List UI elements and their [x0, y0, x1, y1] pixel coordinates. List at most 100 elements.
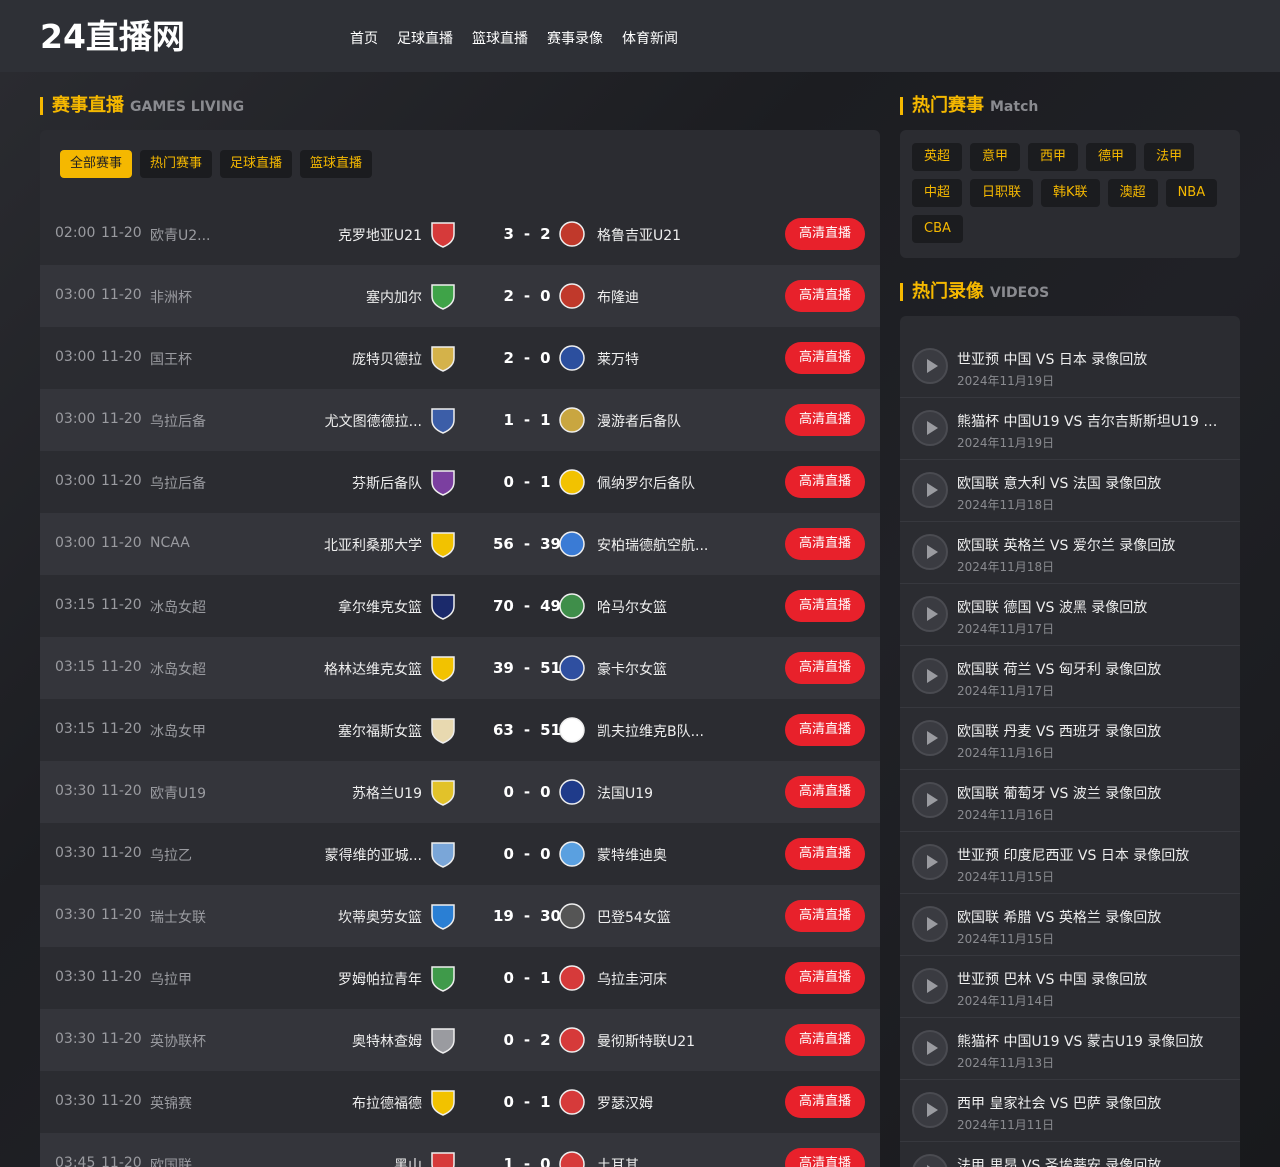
match-row[interactable]: 03:00 11-20 乌拉后备 尤文图德德拉... 1-1 漫游者后备队 高清直播	[40, 389, 880, 451]
video-title[interactable]: 欧国联 希腊 VS 英格兰 录像回放	[957, 907, 1227, 927]
watch-live-button[interactable]: 高清直播	[785, 962, 865, 994]
away-team-name[interactable]: 漫游者后备队	[597, 411, 681, 431]
match-league[interactable]: 乌拉甲	[150, 969, 220, 989]
video-item[interactable]: 欧国联 英格兰 VS 爱尔兰 录像回放 2024年11月18日	[900, 522, 1240, 584]
filter-hot[interactable]: 热门赛事	[140, 150, 213, 178]
video-item[interactable]: 熊猫杯 中国U19 VS 吉尔吉斯斯坦U19 录像回放 2024年11月19日	[900, 398, 1240, 460]
video-title[interactable]: 世亚预 印度尼西亚 VS 日本 录像回放	[957, 845, 1227, 865]
match-row[interactable]: 03:30 11-20 英协联杯 奥特林查姆 0-2 曼彻斯特联U21 高清直播	[40, 1009, 880, 1071]
play-icon[interactable]	[912, 596, 948, 632]
match-league[interactable]: NCAA	[150, 535, 220, 551]
home-team-name[interactable]: 北亚利桑那大学	[324, 535, 422, 555]
match-row[interactable]: 03:45 11-20 欧国联 黑山 1-0 土耳其 高清直播	[40, 1133, 880, 1167]
away-team-name[interactable]: 蒙特维迪奥	[597, 845, 667, 865]
nav-sports-news[interactable]: 体育新闻	[622, 28, 678, 48]
hot-tag[interactable]: CBA	[912, 215, 963, 243]
watch-live-button[interactable]: 高清直播	[785, 466, 865, 498]
video-title[interactable]: 欧国联 意大利 VS 法国 录像回放	[957, 473, 1227, 493]
home-team-name[interactable]: 芬斯后备队	[352, 473, 422, 493]
filter-all[interactable]: 全部赛事	[60, 150, 133, 178]
video-item[interactable]: 西甲 皇家社会 VS 巴萨 录像回放 2024年11月11日	[900, 1080, 1240, 1142]
watch-live-button[interactable]: 高清直播	[785, 838, 865, 870]
match-league[interactable]: 乌拉乙	[150, 845, 220, 865]
play-icon[interactable]	[912, 844, 948, 880]
video-item[interactable]: 欧国联 希腊 VS 英格兰 录像回放 2024年11月15日	[900, 894, 1240, 956]
match-row[interactable]: 03:00 11-20 非洲杯 塞内加尔 2-0 布隆迪 高清直播	[40, 265, 880, 327]
filter-football[interactable]: 足球直播	[220, 150, 293, 178]
match-league[interactable]: 瑞士女联	[150, 907, 220, 927]
home-team-name[interactable]: 庞特贝德拉	[352, 349, 422, 369]
hot-tag[interactable]: NBA	[1165, 179, 1218, 207]
match-league[interactable]: 乌拉后备	[150, 411, 220, 431]
home-team-name[interactable]: 尤文图德德拉...	[325, 411, 422, 431]
hot-tag[interactable]: 中超	[912, 179, 963, 207]
match-row[interactable]: 03:15 11-20 冰岛女超 格林达维克女篮 39-51 豪卡尔女篮 高清直播	[40, 637, 880, 699]
home-team-name[interactable]: 格林达维克女篮	[324, 659, 422, 679]
watch-live-button[interactable]: 高清直播	[785, 280, 865, 312]
video-item[interactable]: 熊猫杯 中国U19 VS 蒙古U19 录像回放 2024年11月13日	[900, 1018, 1240, 1080]
watch-live-button[interactable]: 高清直播	[785, 652, 865, 684]
match-league[interactable]: 欧青U2...	[150, 225, 220, 245]
match-league[interactable]: 冰岛女甲	[150, 721, 220, 741]
match-row[interactable]: 03:15 11-20 冰岛女超 拿尔维克女篮 70-49 哈马尔女篮 高清直播	[40, 575, 880, 637]
match-league[interactable]: 欧国联	[150, 1155, 220, 1167]
nav-basketball-live[interactable]: 篮球直播	[472, 28, 528, 48]
play-icon[interactable]	[912, 906, 948, 942]
away-team-name[interactable]: 罗瑟汉姆	[597, 1093, 653, 1113]
nav-football-live[interactable]: 足球直播	[397, 28, 453, 48]
play-icon[interactable]	[912, 472, 948, 508]
site-logo[interactable]: 24直播网	[40, 10, 185, 58]
away-team-name[interactable]: 格鲁吉亚U21	[597, 225, 681, 245]
filter-basketball[interactable]: 篮球直播	[300, 150, 373, 178]
away-team-name[interactable]: 布隆迪	[597, 287, 639, 307]
video-title[interactable]: 熊猫杯 中国U19 VS 吉尔吉斯斯坦U19 录像回放	[957, 411, 1227, 431]
watch-live-button[interactable]: 高清直播	[785, 1148, 865, 1167]
video-item[interactable]: 世亚预 印度尼西亚 VS 日本 录像回放 2024年11月15日	[900, 832, 1240, 894]
away-team-name[interactable]: 法国U19	[597, 783, 653, 803]
match-row[interactable]: 03:15 11-20 冰岛女甲 塞尔福斯女篮 63-51 凯夫拉维克B队... 高清直播	[40, 699, 880, 761]
away-team-name[interactable]: 乌拉圭河床	[597, 969, 667, 989]
play-icon[interactable]	[912, 658, 948, 694]
away-team-name[interactable]: 安柏瑞德航空航...	[597, 535, 708, 555]
video-item[interactable]: 欧国联 葡萄牙 VS 波兰 录像回放 2024年11月16日	[900, 770, 1240, 832]
match-league[interactable]: 国王杯	[150, 349, 220, 369]
video-item[interactable]: 世亚预 巴林 VS 中国 录像回放 2024年11月14日	[900, 956, 1240, 1018]
match-row[interactable]: 03:30 11-20 瑞士女联 坎蒂奥劳女篮 19-30 巴登54女篮 高清直播	[40, 885, 880, 947]
video-item[interactable]: 世亚预 中国 VS 日本 录像回放 2024年11月19日	[900, 336, 1240, 398]
away-team-name[interactable]: 哈马尔女篮	[597, 597, 667, 617]
away-team-name[interactable]: 土耳其	[597, 1155, 639, 1167]
match-league[interactable]: 英锦赛	[150, 1093, 220, 1113]
home-team-name[interactable]: 塞尔福斯女篮	[338, 721, 422, 741]
match-row[interactable]: 03:30 11-20 乌拉甲 罗姆帕拉青年 0-1 乌拉圭河床 高清直播	[40, 947, 880, 1009]
home-team-name[interactable]: 拿尔维克女篮	[338, 597, 422, 617]
match-row[interactable]: 03:30 11-20 乌拉乙 蒙得维的亚城... 0-0 蒙特维迪奥 高清直播	[40, 823, 880, 885]
match-row[interactable]: 03:00 11-20 国王杯 庞特贝德拉 2-0 莱万特 高清直播	[40, 327, 880, 389]
watch-live-button[interactable]: 高清直播	[785, 528, 865, 560]
match-league[interactable]: 非洲杯	[150, 287, 220, 307]
hot-tag[interactable]: 澳超	[1107, 179, 1158, 207]
match-league[interactable]: 冰岛女超	[150, 597, 220, 617]
play-icon[interactable]	[912, 782, 948, 818]
video-item[interactable]: 法甲 里昂 VS 圣埃蒂安 录像回放	[900, 1142, 1240, 1167]
home-team-name[interactable]: 罗姆帕拉青年	[338, 969, 422, 989]
away-team-name[interactable]: 凯夫拉维克B队...	[597, 721, 704, 741]
match-row[interactable]: 03:30 11-20 英锦赛 布拉德福德 0-1 罗瑟汉姆 高清直播	[40, 1071, 880, 1133]
play-icon[interactable]	[912, 348, 948, 384]
match-league[interactable]: 欧青U19	[150, 783, 220, 803]
video-title[interactable]: 欧国联 德国 VS 波黑 录像回放	[957, 597, 1227, 617]
hot-tag[interactable]: 英超	[912, 143, 963, 171]
video-item[interactable]: 欧国联 德国 VS 波黑 录像回放 2024年11月17日	[900, 584, 1240, 646]
match-league[interactable]: 乌拉后备	[150, 473, 220, 493]
video-title[interactable]: 欧国联 荷兰 VS 匈牙利 录像回放	[957, 659, 1227, 679]
video-item[interactable]: 欧国联 荷兰 VS 匈牙利 录像回放 2024年11月17日	[900, 646, 1240, 708]
play-icon[interactable]	[912, 1030, 948, 1066]
hot-tag[interactable]: 韩K联	[1041, 179, 1100, 207]
home-team-name[interactable]: 克罗地亚U21	[338, 225, 422, 245]
hot-tag[interactable]: 德甲	[1086, 143, 1137, 171]
video-title[interactable]: 欧国联 丹麦 VS 西班牙 录像回放	[957, 721, 1227, 741]
play-icon[interactable]	[912, 410, 948, 446]
home-team-name[interactable]: 苏格兰U19	[352, 783, 422, 803]
play-icon[interactable]	[912, 720, 948, 756]
hot-tag[interactable]: 法甲	[1144, 143, 1195, 171]
match-league[interactable]: 英协联杯	[150, 1031, 220, 1051]
